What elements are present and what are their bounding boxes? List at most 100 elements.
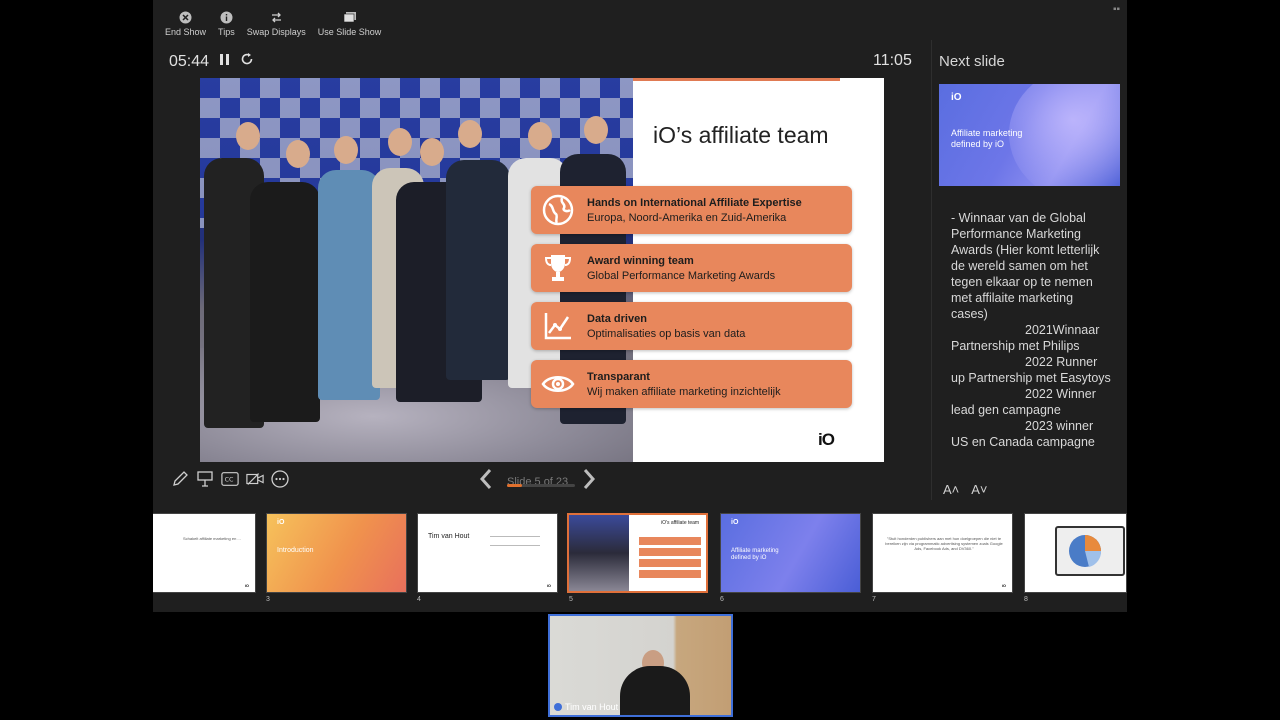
notes-line: 2022 Winner	[1025, 387, 1096, 401]
font-size-controls: A˄ A˅	[943, 482, 988, 497]
io-logo-small: iO	[244, 583, 249, 588]
notes-line: - Winnaar van de Global Performance Mark…	[951, 211, 1100, 321]
person	[318, 170, 380, 400]
window-grip-icon[interactable]: ▪▪	[1113, 4, 1120, 15]
eye-icon	[541, 367, 575, 401]
subtitles-icon[interactable]: CC	[221, 470, 239, 488]
person-head	[458, 120, 482, 148]
slide-thumbnail-current[interactable]: iO's affiliate team	[567, 513, 708, 593]
tips-button[interactable]: Tips	[212, 10, 241, 42]
more-options-icon[interactable]	[271, 470, 289, 488]
end-show-label: End Show	[165, 27, 207, 37]
notes-line: 2023 winner	[1025, 419, 1094, 433]
reset-icon[interactable]	[240, 52, 254, 71]
camera-icon[interactable]	[246, 470, 264, 488]
thumbnail-text: "Stuit honderden publishers aan met hun …	[885, 536, 1003, 551]
person	[250, 182, 320, 422]
pen-icon[interactable]	[171, 470, 189, 488]
person-head	[334, 136, 358, 164]
close-circle-icon	[179, 10, 193, 24]
slide-number: 5	[569, 596, 573, 603]
card-title: Transparant	[587, 370, 650, 383]
slide-navigation: Slide 5 of 23	[479, 468, 596, 495]
thumbnail-photo	[569, 515, 629, 591]
notes-line: lead gen campagne	[951, 403, 1061, 417]
io-logo-small: iO	[1001, 583, 1006, 588]
slide-number: 8	[1024, 596, 1028, 603]
thumbnail-subtext	[490, 536, 540, 546]
pie-chart-icon	[1069, 535, 1102, 567]
webcam-name-tag: Tim van Hout	[554, 702, 618, 712]
next-slide-preview[interactable]: iO Affiliate marketing defined by iO	[939, 84, 1120, 186]
slide-thumbnail[interactable]: iO Affiliate marketing defined by iO	[720, 513, 861, 593]
slide-number: 3	[266, 596, 270, 603]
person-head	[528, 122, 552, 150]
slide-number: 6	[720, 596, 724, 603]
card-title: Data driven	[587, 312, 647, 325]
slideshow-icon	[343, 10, 357, 24]
notes-line: Partnership met Philips	[951, 339, 1080, 353]
previous-slide-button[interactable]	[479, 468, 493, 495]
annotation-tools: CC	[171, 470, 289, 488]
slide-thumbnail[interactable]: iO Introduction	[266, 513, 407, 593]
slide-title: iO’s affiliate team	[653, 122, 829, 148]
use-slide-show-button[interactable]: Use Slide Show	[312, 10, 388, 42]
notes-line: 2022 Runner	[1025, 355, 1098, 369]
trophy-icon	[541, 251, 575, 285]
slide-number: 4	[417, 596, 421, 603]
speaker-notes[interactable]: - Winnaar van de Global Performance Mark…	[951, 210, 1111, 450]
thumbnail-text: Schakelt affiliate marketing en ...	[183, 536, 241, 541]
swap-displays-label: Swap Displays	[246, 27, 306, 37]
decrease-font-button[interactable]: A˅	[971, 482, 987, 497]
slide-progress-bar	[507, 484, 575, 487]
end-show-button[interactable]: End Show	[159, 10, 212, 42]
card-subtitle: Europa, Noord-Amerika en Zuid-Amerika	[587, 211, 787, 224]
card-title: Hands on International Affiliate Experti…	[587, 196, 802, 209]
card-text: Hands on International Affiliate Experti…	[587, 197, 802, 224]
person-body	[620, 666, 690, 715]
tips-label: Tips	[218, 27, 235, 37]
next-slide-button[interactable]	[582, 468, 596, 495]
current-slide: iO’s affiliate team Hands on Internation…	[200, 78, 884, 462]
increase-font-button[interactable]: A˄	[943, 482, 959, 497]
svg-text:CC: CC	[225, 477, 234, 484]
thumbnail-text: Affiliate marketing defined by iO	[731, 548, 779, 561]
presenter-view: End Show Tips Swap Displays Use Slide Sh…	[153, 0, 1127, 612]
laptop-image	[1055, 526, 1125, 576]
thumbnail-strip: Schakelt affiliate marketing en ... iO i…	[153, 512, 1127, 612]
person-head	[236, 122, 260, 150]
card-text: Transparant Wij maken affiliate marketin…	[587, 371, 781, 398]
slide-number: 7	[872, 596, 876, 603]
io-logo: iO	[818, 430, 835, 449]
person-head	[388, 128, 412, 156]
feature-card-transparent: Transparant Wij maken affiliate marketin…	[531, 360, 852, 408]
slide-thumbnail[interactable]: Tim van Hout iO	[417, 513, 558, 593]
slide-thumbnail[interactable]: Schakelt affiliate marketing en ... iO	[153, 513, 256, 593]
card-subtitle: Wij maken affiliate marketing inzichteli…	[587, 385, 781, 398]
feature-card-data: Data driven Optimalisaties op basis van …	[531, 302, 852, 350]
timer: 05:44	[169, 52, 254, 71]
pause-icon[interactable]	[219, 53, 230, 71]
participant-name: Tim van Hout	[565, 702, 619, 712]
card-text: Award winning team Global Performance Ma…	[587, 255, 775, 282]
globe-icon	[541, 193, 575, 227]
io-logo: iO	[951, 92, 962, 103]
person-head	[286, 140, 310, 168]
thumbnail-text: Introduction	[277, 547, 314, 554]
panel-divider	[931, 40, 932, 500]
thumbnail-card	[639, 548, 701, 556]
slide-thumbnail[interactable]: "Stuit honderden publishers aan met hun …	[872, 513, 1013, 593]
info-icon	[219, 10, 233, 24]
feature-card-award: Award winning team Global Performance Ma…	[531, 244, 852, 292]
laser-pointer-icon[interactable]	[196, 470, 214, 488]
thumbnail-card	[639, 570, 701, 578]
swap-displays-button[interactable]: Swap Displays	[241, 10, 312, 42]
use-slide-show-label: Use Slide Show	[317, 27, 382, 37]
notes-line: up Partnership met Easytoys	[951, 371, 1111, 385]
slide-accent-bar	[633, 78, 840, 81]
slide-thumbnail[interactable]	[1024, 513, 1127, 593]
notes-line: 2021Winnaar	[1025, 323, 1100, 337]
card-subtitle: Global Performance Marketing Awards	[587, 269, 776, 282]
webcam-video: Tim van Hout	[548, 614, 733, 717]
thumbnail-card	[639, 537, 701, 545]
